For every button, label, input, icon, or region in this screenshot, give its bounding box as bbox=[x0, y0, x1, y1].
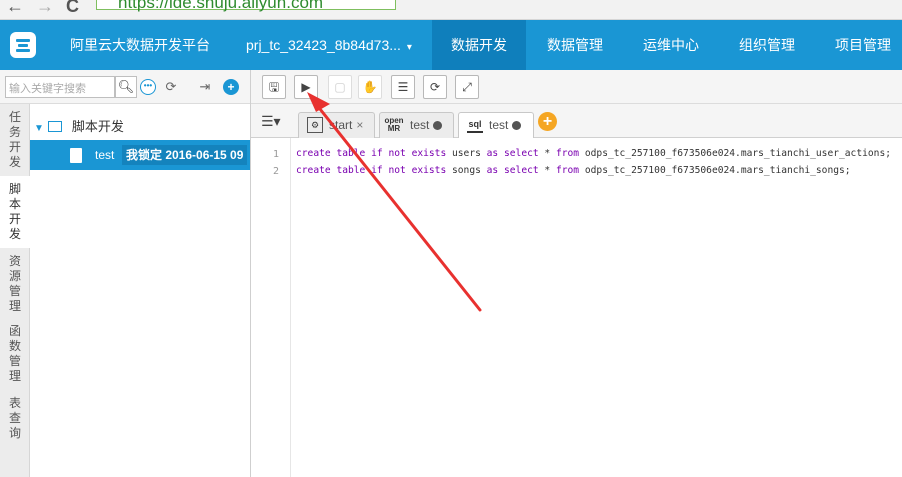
nav-data-dev[interactable]: 数据开发 bbox=[432, 20, 526, 70]
refresh-icon: ⟳ bbox=[429, 80, 441, 94]
file-tree: ▼ 脚本开发 test 我锁定 2016-06-15 09 bbox=[30, 104, 250, 477]
format-button[interactable]: ☰ bbox=[391, 75, 415, 99]
unsaved-dot-icon bbox=[433, 121, 443, 130]
code-line-2[interactable]: create table if not exists songs as sele… bbox=[296, 165, 851, 176]
save-icon: 🖫︎ bbox=[268, 80, 280, 94]
tab-start[interactable]: ⚙ start × bbox=[298, 112, 375, 138]
tree-folder[interactable]: ▼ 脚本开发 bbox=[34, 116, 124, 135]
reload-editor-button[interactable]: ⟳ bbox=[423, 75, 447, 99]
toolbar: 输入关键字搜索 🔍︎ ••• ⟳ ⇥ + 🖫︎ ▶ ▢ ✋ ☰ ⟳ ⤢ bbox=[0, 70, 902, 104]
run-button[interactable]: ▶ bbox=[294, 75, 318, 99]
line-gutter: 1 2 bbox=[251, 138, 291, 477]
logo-icon[interactable] bbox=[10, 32, 36, 58]
project-name: prj_tc_32423_8b84d73... bbox=[246, 37, 401, 53]
sql-file-icon: sql bbox=[467, 117, 483, 133]
submit-button[interactable]: ✋ bbox=[358, 75, 382, 99]
fullscreen-icon: ⤢ bbox=[462, 80, 472, 94]
unsaved-dot-icon bbox=[512, 121, 522, 130]
top-nav: 阿里云大数据开发平台 prj_tc_32423_8b84d73... ▾ 数据开发… bbox=[0, 20, 902, 70]
sql-file-icon bbox=[70, 148, 82, 163]
folder-label: 脚本开发 bbox=[71, 119, 124, 134]
lock-badge: 我锁定 2016-06-15 09 bbox=[122, 145, 248, 165]
stop-icon: ▢ bbox=[334, 80, 346, 94]
run-icon: ▶ bbox=[301, 80, 311, 94]
sidebar-tab-script-dev[interactable]: 脚本开发 bbox=[0, 176, 30, 248]
tab-mr-test[interactable]: open MR test bbox=[379, 112, 454, 138]
import-icon[interactable]: ⇥ bbox=[197, 79, 213, 95]
format-icon: ☰ bbox=[397, 80, 409, 94]
nav-ops-center[interactable]: 运维中心 bbox=[624, 20, 718, 70]
start-node-icon: ⚙ bbox=[307, 117, 323, 133]
nav-data-manage[interactable]: 数据管理 bbox=[528, 20, 622, 70]
file-name: test bbox=[95, 148, 115, 162]
code-line-1[interactable]: create table if not exists users as sele… bbox=[296, 148, 891, 159]
reload-button[interactable]: C bbox=[66, 0, 79, 17]
line-number: 2 bbox=[272, 166, 279, 177]
chevron-down-icon: ▾ bbox=[406, 42, 412, 53]
forward-button[interactable]: → bbox=[36, 0, 54, 17]
chevron-down-icon[interactable]: ▼ bbox=[34, 123, 44, 134]
sidebar-tab-table-query[interactable]: 表查询 bbox=[0, 396, 30, 441]
submit-icon: ✋ bbox=[362, 80, 378, 94]
open-mr-icon: open MR bbox=[384, 116, 404, 133]
editor-pane: ☰▾ ⚙ start × open MR test sql test + 1 2 … bbox=[251, 104, 902, 477]
tab-start-label: start bbox=[329, 118, 353, 132]
back-button[interactable]: ← bbox=[6, 0, 24, 17]
search-icon[interactable]: 🔍︎ bbox=[115, 76, 137, 98]
nav-org-manage[interactable]: 组织管理 bbox=[720, 20, 814, 70]
tree-file-test[interactable]: test 我锁定 2016-06-15 09 bbox=[30, 140, 250, 170]
refresh-icon[interactable]: ⟳ bbox=[163, 79, 179, 95]
brand-title[interactable]: 阿里云大数据开发平台 bbox=[70, 20, 210, 70]
browser-bar: ← → C https://ide.shuju.aliyun.com bbox=[0, 0, 902, 20]
add-icon[interactable]: + bbox=[223, 79, 239, 95]
fullscreen-button[interactable]: ⤢ bbox=[455, 75, 479, 99]
tab-sql-test-label: test bbox=[489, 118, 509, 132]
line-number: 1 bbox=[272, 149, 279, 160]
sidebar-tab-task-dev[interactable]: 任务开发 bbox=[0, 110, 30, 170]
sidebar-tab-function-manage[interactable]: 函数管理 bbox=[0, 324, 30, 384]
sidebar-tab-resource-manage[interactable]: 资源管理 bbox=[0, 254, 30, 314]
add-tab-button[interactable]: + bbox=[538, 112, 557, 131]
more-icon[interactable]: ••• bbox=[140, 79, 156, 95]
nav-project-manage[interactable]: 项目管理 bbox=[816, 20, 902, 70]
tab-sql-test[interactable]: sql test bbox=[458, 112, 534, 138]
project-selector[interactable]: prj_tc_32423_8b84d73... ▾ bbox=[246, 20, 412, 73]
editor-tabs-bar: ☰▾ ⚙ start × open MR test sql test + bbox=[251, 104, 902, 138]
tab-list-icon[interactable]: ☰▾ bbox=[261, 113, 281, 130]
search-input[interactable]: 输入关键字搜索 bbox=[5, 76, 115, 98]
url-text[interactable]: https://ide.shuju.aliyun.com bbox=[118, 0, 323, 13]
stop-button[interactable]: ▢ bbox=[328, 75, 352, 99]
sidebar-tabs: 任务开发 脚本开发 资源管理 函数管理 表查询 bbox=[0, 104, 30, 477]
save-button[interactable]: 🖫︎ bbox=[262, 75, 286, 99]
folder-icon bbox=[47, 121, 62, 132]
close-icon[interactable]: × bbox=[356, 118, 363, 132]
tab-mr-test-label: test bbox=[410, 118, 430, 132]
